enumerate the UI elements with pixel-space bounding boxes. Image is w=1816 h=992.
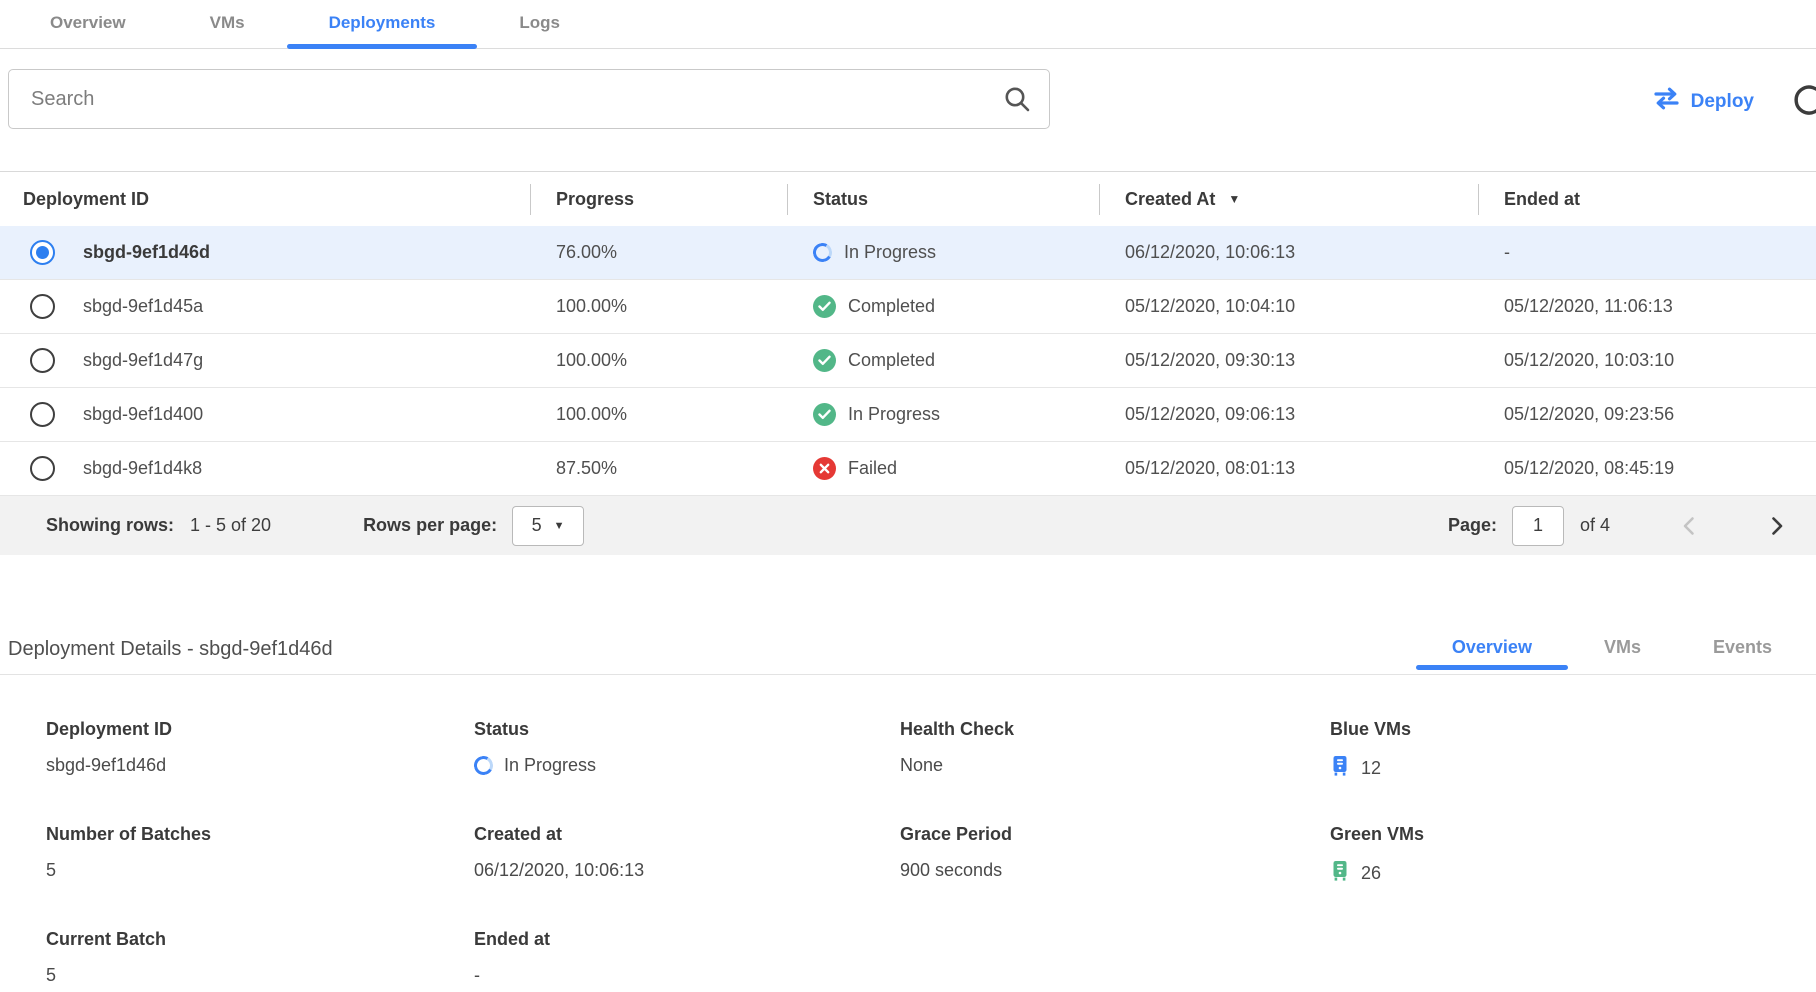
field-blue-vms: Blue VMs 12: [1330, 719, 1816, 782]
tab-deployments[interactable]: Deployments: [287, 1, 478, 48]
field-ended-at: Ended at -: [474, 929, 900, 986]
search-icon: [1002, 84, 1032, 119]
rows-per-page-label: Rows per page:: [363, 515, 497, 536]
status-label: Completed: [848, 350, 935, 371]
ended-at-value: 05/12/2020, 11:06:13: [1478, 296, 1816, 317]
created-at-value: 05/12/2020, 10:04:10: [1099, 296, 1478, 317]
ended-at-value: 05/12/2020, 08:45:19: [1478, 458, 1816, 479]
search-input[interactable]: [8, 69, 1050, 129]
failed-icon: [813, 457, 836, 480]
page-total: of 4: [1580, 515, 1610, 536]
rows-per-page-select[interactable]: 5 ▼: [512, 506, 584, 546]
deployment-id: sbgd-9ef1d46d: [83, 242, 210, 263]
details-header: Deployment Details - sbgd-9ef1d46d Overv…: [0, 625, 1816, 675]
row-radio[interactable]: [30, 294, 55, 319]
table-row[interactable]: sbgd-9ef1d45a 100.00% Completed 05/12/20…: [0, 280, 1816, 334]
status-label: In Progress: [848, 404, 940, 425]
column-header-progress[interactable]: Progress: [530, 172, 787, 226]
check-icon: [813, 295, 836, 318]
field-deployment-id: Deployment ID sbgd-9ef1d46d: [46, 719, 474, 782]
deploy-button[interactable]: Deploy: [1653, 87, 1754, 116]
row-radio[interactable]: [30, 348, 55, 373]
field-number-of-batches: Number of Batches 5: [46, 824, 474, 887]
page-number-input[interactable]: [1512, 506, 1564, 546]
field-status: Status In Progress: [474, 719, 900, 782]
toolbar: Deploy: [0, 69, 1816, 149]
progress-value: 87.50%: [530, 458, 787, 479]
table-header-row: Deployment ID Progress Status Created At…: [0, 171, 1816, 226]
deployment-id: sbgd-9ef1d4k8: [83, 458, 202, 479]
progress-value: 100.00%: [530, 296, 787, 317]
showing-rows-value: 1 - 5 of 20: [190, 515, 271, 536]
details-tab-vms[interactable]: VMs: [1568, 625, 1677, 674]
chevron-down-icon: ▼: [554, 520, 565, 532]
refresh-icon: [1792, 83, 1816, 117]
status-label: Failed: [848, 458, 897, 479]
refresh-button[interactable]: [1792, 83, 1816, 120]
table-row[interactable]: sbgd-9ef1d4k8 87.50% Failed 05/12/2020, …: [0, 442, 1816, 496]
deploy-button-label: Deploy: [1691, 91, 1754, 113]
table-row[interactable]: sbgd-9ef1d400 100.00% In Progress 05/12/…: [0, 388, 1816, 442]
field-current-batch: Current Batch 5: [46, 929, 474, 986]
progress-value: 76.00%: [530, 242, 787, 263]
row-radio[interactable]: [30, 456, 55, 481]
details-grid: Deployment ID sbgd-9ef1d46d Status In Pr…: [46, 719, 1816, 986]
table-row[interactable]: sbgd-9ef1d47g 100.00% Completed 05/12/20…: [0, 334, 1816, 388]
deployment-id: sbgd-9ef1d45a: [83, 296, 203, 317]
row-radio[interactable]: [30, 402, 55, 427]
previous-page-button[interactable]: [1678, 514, 1702, 538]
ended-at-value: 05/12/2020, 10:03:10: [1478, 350, 1816, 371]
vm-icon-green: [1330, 860, 1350, 887]
deployments-table: Deployment ID Progress Status Created At…: [0, 171, 1816, 555]
table-row[interactable]: sbgd-9ef1d46d 76.00% In Progress 06/12/2…: [0, 226, 1816, 280]
details-tab-events[interactable]: Events: [1677, 625, 1808, 674]
next-page-button[interactable]: [1764, 514, 1788, 538]
details-tab-bar: Overview VMs Events: [1416, 625, 1808, 674]
page-label: Page:: [1448, 515, 1497, 536]
check-icon: [813, 403, 836, 426]
deploy-swap-icon: [1653, 87, 1680, 116]
check-icon: [813, 349, 836, 372]
created-at-value: 06/12/2020, 10:06:13: [1099, 242, 1478, 263]
progress-value: 100.00%: [530, 404, 787, 425]
ended-at-value: -: [1478, 242, 1816, 263]
created-at-value: 05/12/2020, 09:30:13: [1099, 350, 1478, 371]
table-footer: Showing rows: 1 - 5 of 20 Rows per page:…: [0, 496, 1816, 555]
deployment-id: sbgd-9ef1d47g: [83, 350, 203, 371]
progress-value: 100.00%: [530, 350, 787, 371]
vm-icon-blue: [1330, 755, 1350, 782]
field-green-vms: Green VMs 26: [1330, 824, 1816, 887]
tab-vms[interactable]: VMs: [168, 1, 287, 48]
chevron-left-icon: [1678, 514, 1702, 538]
created-at-value: 05/12/2020, 08:01:13: [1099, 458, 1478, 479]
column-header-status[interactable]: Status: [787, 172, 1099, 226]
status-label: In Progress: [844, 242, 936, 263]
row-radio-selected[interactable]: [30, 240, 55, 265]
deployment-id: sbgd-9ef1d400: [83, 404, 203, 425]
showing-rows-label: Showing rows:: [46, 515, 174, 536]
tab-overview[interactable]: Overview: [8, 1, 168, 48]
main-tab-bar: Overview VMs Deployments Logs: [0, 0, 1816, 49]
column-header-deployment-id[interactable]: Deployment ID: [0, 172, 530, 226]
column-header-ended-at[interactable]: Ended at: [1478, 172, 1816, 226]
details-title: Deployment Details - sbgd-9ef1d46d: [8, 638, 333, 661]
created-at-value: 05/12/2020, 09:06:13: [1099, 404, 1478, 425]
status-label: Completed: [848, 296, 935, 317]
field-grace-period: Grace Period 900 seconds: [900, 824, 1330, 887]
field-created-at: Created at 06/12/2020, 10:06:13: [474, 824, 900, 887]
field-health-check: Health Check None: [900, 719, 1330, 782]
column-header-created-at[interactable]: Created At ▼: [1099, 172, 1478, 226]
ended-at-value: 05/12/2020, 09:23:56: [1478, 404, 1816, 425]
spinner-icon: [811, 241, 834, 264]
tab-logs[interactable]: Logs: [477, 1, 602, 48]
details-tab-overview[interactable]: Overview: [1416, 625, 1568, 674]
sort-desc-icon[interactable]: ▼: [1228, 192, 1240, 206]
chevron-right-icon: [1764, 514, 1788, 538]
spinner-icon: [472, 754, 495, 777]
